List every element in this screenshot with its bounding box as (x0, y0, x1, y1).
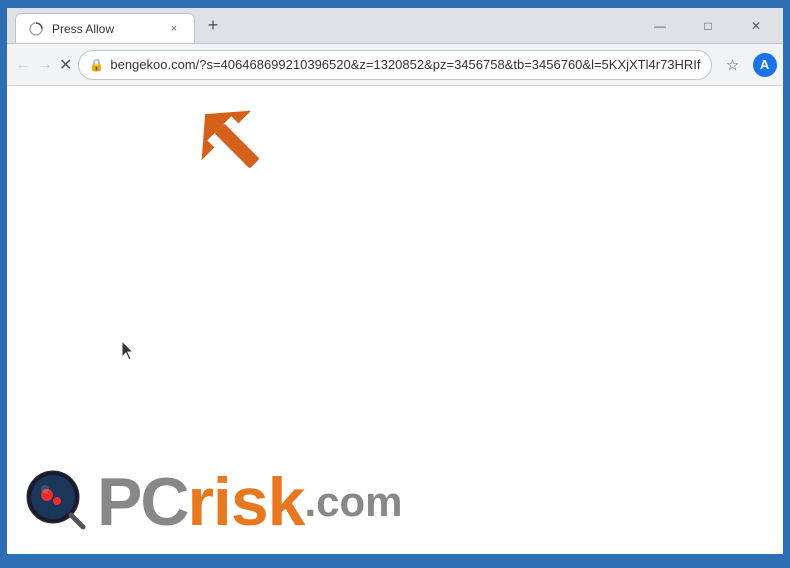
avatar: A (753, 53, 777, 77)
tab-favicon (28, 21, 44, 37)
forward-button[interactable]: → (37, 49, 53, 81)
reload-button[interactable]: ✕ (59, 49, 72, 81)
dotcom-text: .com (304, 478, 402, 526)
tab-title: Press Allow (52, 22, 158, 36)
pc-text: PC (97, 468, 187, 536)
new-tab-button[interactable]: + (199, 11, 227, 39)
security-icon: 🔒 (89, 58, 104, 72)
close-button[interactable]: ✕ (733, 10, 779, 42)
address-bar[interactable]: 🔒 bengekoo.com/?s=406468699210396520&z=1… (78, 50, 711, 80)
pcrisk-logo: PC risk .com (97, 468, 403, 536)
toolbar-icons: ☆ A ⋮ (718, 50, 790, 80)
active-tab[interactable]: Press Allow × (15, 13, 195, 43)
tab-close-button[interactable]: × (166, 21, 182, 37)
magnifier-logo (25, 469, 87, 536)
profile-button[interactable]: A (750, 50, 780, 80)
title-bar: Press Allow × + — □ ✕ (7, 8, 783, 44)
tab-area: Press Allow × + (7, 8, 637, 43)
mouse-cursor (122, 341, 138, 366)
browser-window: Press Allow × + — □ ✕ ← → ✕ 🔒 bengekoo.c… (5, 6, 785, 556)
orange-arrow (192, 101, 282, 196)
avatar-initial: A (760, 57, 769, 72)
minimize-button[interactable]: — (637, 10, 683, 42)
maximize-button[interactable]: □ (685, 10, 731, 42)
url-text: bengekoo.com/?s=406468699210396520&z=132… (110, 57, 700, 72)
toolbar: ← → ✕ 🔒 bengekoo.com/?s=4064686992103965… (7, 44, 783, 86)
menu-button[interactable]: ⋮ (782, 50, 790, 80)
page-content: PC risk .com (7, 86, 783, 554)
watermark: PC risk .com (25, 468, 403, 536)
back-button[interactable]: ← (15, 49, 31, 81)
bookmark-button[interactable]: ☆ (718, 50, 748, 80)
risk-text: risk (187, 468, 304, 536)
window-controls: — □ ✕ (637, 8, 783, 43)
